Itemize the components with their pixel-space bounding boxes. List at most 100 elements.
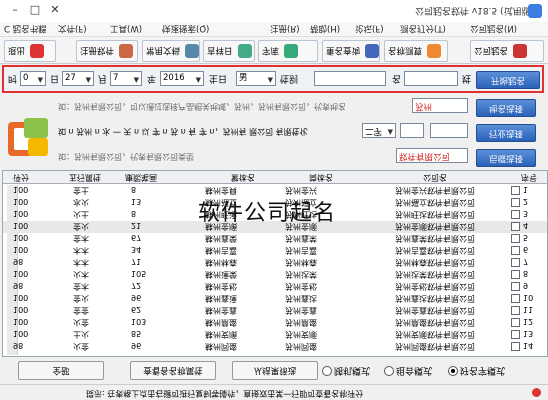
cell-no: 2 xyxy=(523,197,529,206)
table-row[interactable]: 98 金木 72 蘇州金松 苏州金松 苏州金松软件有限公司 9 xyxy=(3,281,547,293)
maximize-button[interactable]: □ xyxy=(26,3,44,17)
gender-select[interactable]: 男 ▼ xyxy=(236,71,276,86)
table-row[interactable]: 100 木木 34 蘇州吉嘉 苏州吉嘉 苏州吉嘉软件有限公司 6 xyxy=(3,245,547,257)
good-name-mode-radio[interactable] xyxy=(448,366,458,376)
measure-button[interactable]: 名称测算 xyxy=(384,40,448,62)
good-name-mode-label: 好名字模式 xyxy=(460,365,506,375)
cell-no: 3 xyxy=(523,209,529,218)
chevron-down-icon: ▼ xyxy=(85,76,91,84)
register-icon xyxy=(119,44,134,58)
day-select[interactable]: 27 ▼ xyxy=(62,71,94,86)
cell-name: 苏州吉嘉软件有限公司 xyxy=(395,246,475,255)
row-checkbox[interactable] xyxy=(511,210,520,219)
row-checkbox[interactable] xyxy=(511,258,520,267)
menu-item-naming[interactable]: 公司起名(N) xyxy=(470,23,517,35)
view-attributes-button[interactable]: 查看各名称属性 xyxy=(130,361,216,380)
combo-mode-radio[interactable] xyxy=(384,366,394,376)
filter-results-label: 从结果筛选 xyxy=(253,365,297,375)
watermark-caption: 软件公司起名 xyxy=(198,201,337,226)
cell-no: 9 xyxy=(523,281,529,290)
table-row[interactable]: 100 土火 85 蘇州安順 苏州安顺 苏州安顺软件有限公司 13 xyxy=(3,329,547,341)
surname-input[interactable] xyxy=(404,71,458,86)
gender-value: 男 xyxy=(239,73,248,83)
header-element: 五行属性 xyxy=(69,173,101,182)
cell-score: 100 xyxy=(13,221,29,230)
cell-trad: 蘇州鑫達 xyxy=(205,294,237,303)
font-library-button[interactable]: 字库 xyxy=(258,40,318,62)
table-row[interactable]: 100 金火 96 蘇州鑫達 苏州鑫达 苏州鑫达软件有限公司 10 xyxy=(3,293,547,305)
exit-button[interactable]: 退出 xyxy=(4,40,56,62)
lucky-day-button[interactable]: 吉祥日 xyxy=(203,40,255,62)
cell-simp: 苏州达荣 xyxy=(285,270,317,279)
company-naming-button[interactable]: 公司起名 xyxy=(470,40,544,62)
row-checkbox[interactable] xyxy=(511,306,520,315)
row-checkbox[interactable] xyxy=(511,330,520,339)
cell-score: 100 xyxy=(13,329,29,338)
table-header: 评分 五行属性 康熙笔画 繁体名 简体名 公司名 序号 xyxy=(3,171,547,184)
cell-trad: 蘇州達榮 xyxy=(205,270,237,279)
minimize-button[interactable]: – xyxy=(6,3,24,17)
industry-input[interactable] xyxy=(430,123,468,138)
cell-score: 100 xyxy=(13,185,29,194)
cell-element: 金木 xyxy=(73,234,89,243)
suffix-value: 软件有限公司 xyxy=(399,151,451,161)
row-checkbox[interactable] xyxy=(511,222,520,231)
menu-item-quicksearch[interactable]: 快速搜索(Q) xyxy=(162,23,209,35)
filter-results-button[interactable]: 从结果筛选 xyxy=(232,361,318,380)
given-name-input[interactable] xyxy=(314,71,386,86)
cell-name: 苏州旺达软件有限公司 xyxy=(395,210,475,219)
hour-select[interactable]: 0 ▼ xyxy=(20,71,46,86)
cell-name: 苏州达荣软件有限公司 xyxy=(395,270,475,279)
cell-element: 金金 xyxy=(73,306,89,315)
calendar-icon xyxy=(237,44,252,58)
name-check-button[interactable]: 重名查询 xyxy=(322,40,380,62)
row-checkbox[interactable] xyxy=(511,294,520,303)
menu-item-forum[interactable]: 论坛(F) xyxy=(355,23,384,35)
table-row[interactable]: 100 火木 105 蘇州達榮 苏州达荣 苏州达荣软件有限公司 8 xyxy=(3,269,547,281)
cell-strokes: 8 xyxy=(131,185,137,194)
table-row[interactable]: 100 金金 62 蘇州金鑫 苏州金鑫 苏州金鑫软件有限公司 11 xyxy=(3,305,547,317)
cell-trad: 蘇州林森 xyxy=(205,258,237,267)
menu-item-file[interactable]: 文件(F) xyxy=(58,23,87,35)
suffix-input[interactable]: 软件有限公司 xyxy=(396,148,468,163)
exit-button-label: 退出 xyxy=(8,45,26,55)
month-select[interactable]: 7 ▼ xyxy=(110,71,142,86)
all-button[interactable]: 全部 xyxy=(18,361,104,380)
cell-no: 7 xyxy=(523,257,529,266)
region-select-button[interactable]: 地名选择 xyxy=(476,99,536,117)
menu-item-register[interactable]: 注册(R) xyxy=(270,23,300,35)
menu-item-book[interactable]: C 起名书籍 xyxy=(4,23,47,35)
length-select[interactable]: 二字 ▼ xyxy=(362,123,396,138)
cell-name: 苏州鑫达软件有限公司 xyxy=(395,294,475,303)
suffix-select-button[interactable]: 后缀选择 xyxy=(476,149,536,167)
industry-select-button[interactable]: 行业选择 xyxy=(476,124,536,142)
cell-element: 火金 xyxy=(73,318,89,327)
cell-element: 木木 xyxy=(73,246,89,255)
status-text: 提示: 在表格上点击右键可进行复制等操作，直接双击某一行即可查看名称评分 xyxy=(86,389,364,398)
table-row[interactable]: 98 火金 96 蘇州同盛 苏州同盛 苏州同盛软件有限公司 14 xyxy=(3,341,547,353)
row-checkbox[interactable] xyxy=(511,282,520,291)
row-checkbox[interactable] xyxy=(511,186,520,195)
table-row[interactable]: 100 火金 103 蘇州鼎盛 苏州鼎盛 苏州鼎盛软件有限公司 12 xyxy=(3,317,547,329)
region-input[interactable]: 苏州 xyxy=(412,98,468,113)
row-checkbox[interactable] xyxy=(511,318,520,327)
year-select[interactable]: 2016 ▼ xyxy=(160,71,204,86)
row-checkbox[interactable] xyxy=(511,342,520,351)
menu-item-score[interactable]: 测名打分(T) xyxy=(400,23,446,35)
start-naming-button[interactable]: 开始起名 xyxy=(476,71,540,89)
name-check-button-label: 重名查询 xyxy=(326,45,361,55)
register-button[interactable]: 注册软件 xyxy=(76,40,138,62)
menu-item-tools[interactable]: 工具(W) xyxy=(110,23,142,35)
table-row[interactable]: 98 木木 71 蘇州林森 苏州林森 苏州林森软件有限公司 7 xyxy=(3,257,547,269)
documents-button[interactable]: 常用文档 xyxy=(142,40,200,62)
header-number: 序号 xyxy=(521,173,537,182)
table-row[interactable]: 100 金木 67 蘇州鑫榮 苏州鑫荣 苏州鑫荣软件有限公司 5 xyxy=(3,233,547,245)
industry-small-input[interactable] xyxy=(400,123,424,138)
close-button[interactable]: ✕ xyxy=(46,3,64,17)
row-checkbox[interactable] xyxy=(511,234,520,243)
row-checkbox[interactable] xyxy=(511,270,520,279)
random-mode-radio[interactable] xyxy=(322,366,332,376)
row-checkbox[interactable] xyxy=(511,246,520,255)
menu-item-help[interactable]: 帮助(H) xyxy=(310,23,340,35)
row-checkbox[interactable] xyxy=(511,198,520,207)
